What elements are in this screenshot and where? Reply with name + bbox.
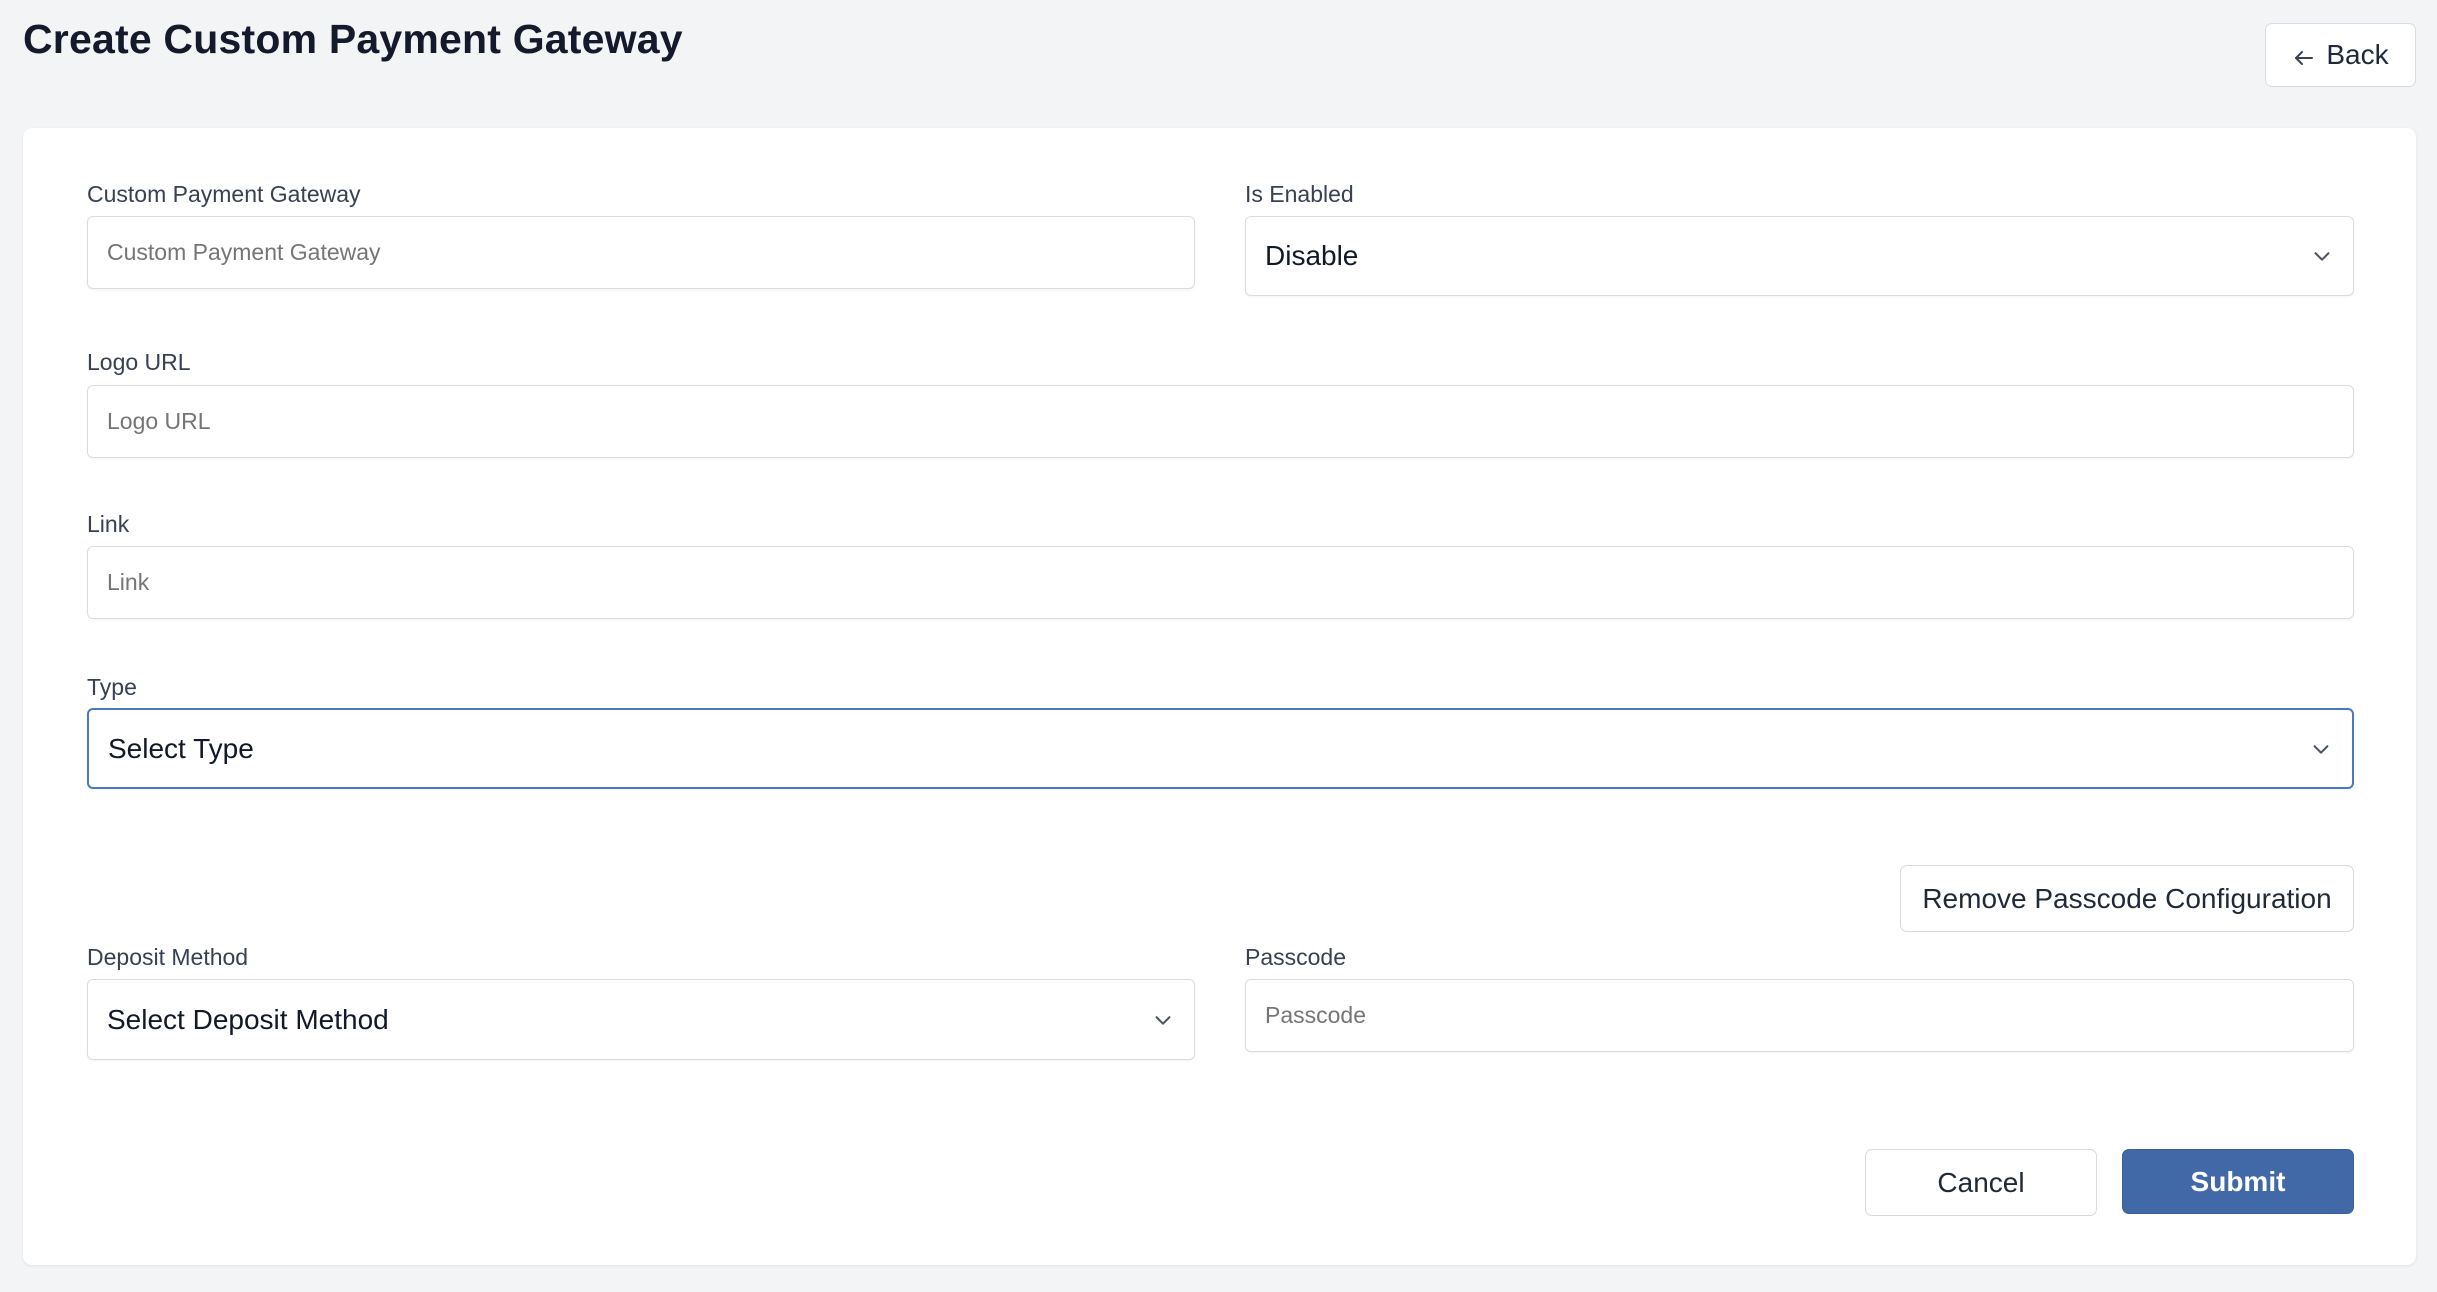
remove-passcode-button[interactable]: Remove Passcode Configuration — [1900, 865, 2354, 932]
page-title: Create Custom Payment Gateway — [23, 16, 683, 62]
logo-url-label: Logo URL — [87, 349, 191, 375]
is-enabled-select[interactable]: Disable — [1245, 216, 2354, 296]
link-label: Link — [87, 511, 130, 537]
back-button[interactable]: Back — [2265, 23, 2416, 87]
is-enabled-value: Disable — [1265, 240, 1359, 271]
back-button-label: Back — [2326, 39, 2389, 70]
gateway-name-label: Custom Payment Gateway — [87, 181, 361, 207]
form-card: Custom Payment Gateway Is Enabled Disabl… — [23, 128, 2416, 1265]
is-enabled-label: Is Enabled — [1245, 181, 1354, 207]
link-input[interactable] — [87, 546, 2354, 619]
deposit-method-select[interactable]: Select Deposit Method — [87, 979, 1195, 1060]
chevron-down-icon — [2314, 252, 2330, 261]
passcode-label: Passcode — [1245, 944, 1347, 970]
type-value: Select Type — [108, 732, 254, 764]
cancel-button[interactable]: Cancel — [1865, 1149, 2097, 1216]
passcode-input[interactable] — [1245, 979, 2354, 1052]
submit-button[interactable]: Submit — [2122, 1149, 2354, 1214]
type-label: Type — [87, 674, 137, 700]
deposit-method-value: Select Deposit Method — [107, 1003, 389, 1035]
chevron-down-icon — [2313, 744, 2329, 754]
type-select[interactable]: Select Type — [87, 708, 2354, 789]
chevron-down-icon — [1155, 1015, 1171, 1025]
logo-url-input[interactable] — [87, 385, 2354, 458]
deposit-method-label: Deposit Method — [87, 944, 249, 970]
arrow-left-icon — [2295, 51, 2314, 65]
gateway-name-input[interactable] — [87, 216, 1195, 289]
